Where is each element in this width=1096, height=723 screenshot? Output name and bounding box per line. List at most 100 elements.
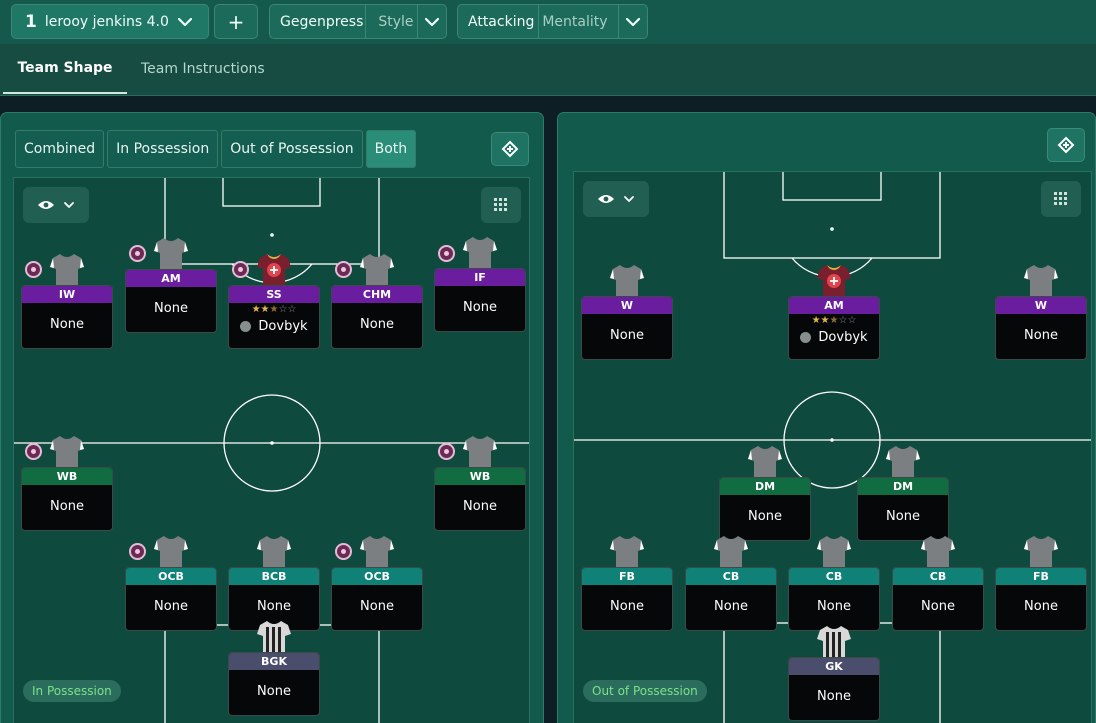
role-badge-icon: [335, 261, 352, 278]
player-card[interactable]: OCB None: [125, 567, 217, 631]
role-label: CHM: [332, 286, 422, 303]
shirt-icon: [360, 254, 394, 285]
player-name: None: [1024, 599, 1058, 614]
tactic-number: 1: [25, 11, 37, 32]
shirt-icon: [257, 621, 291, 652]
add-tactic-button[interactable]: +: [214, 4, 258, 39]
swap-button[interactable]: [491, 132, 529, 166]
view-mode-combined[interactable]: Combined: [15, 130, 105, 168]
layout-button[interactable]: [481, 187, 521, 223]
player-card[interactable]: CHM None: [331, 285, 423, 349]
player-name: None: [714, 599, 748, 614]
role-badge-icon: [438, 245, 455, 262]
avatar: [800, 332, 812, 343]
player-name: None: [610, 328, 644, 343]
swap-icon: [1057, 136, 1075, 154]
style-selector[interactable]: Gegenpress Style: [269, 4, 447, 39]
view-mode-out-of-possession[interactable]: Out of Possession: [221, 130, 363, 168]
player-name: None: [50, 499, 84, 514]
star-rating: ★★★☆☆: [811, 315, 857, 326]
shirt-icon: [360, 536, 394, 567]
player-card[interactable]: SS ★★★☆☆ Dovbyk: [228, 285, 320, 349]
mentality-selector[interactable]: Attacking Mentality: [457, 4, 648, 39]
role-badge-icon: [25, 443, 42, 460]
role-label: DM: [720, 478, 810, 495]
shirt-icon: [50, 254, 84, 285]
tactic-toolbar: 1 lerooy jenkins 4.0 + Gegenpress Style …: [0, 0, 1096, 44]
shirt-icon: [463, 237, 497, 268]
role-label: W: [996, 297, 1086, 314]
role-label: IW: [22, 286, 112, 303]
player-card[interactable]: DM None: [857, 477, 949, 541]
tab-team-instructions[interactable]: Team Instructions: [141, 44, 265, 94]
shirt-icon: [817, 536, 851, 567]
role-label: CB: [893, 568, 983, 585]
player-card[interactable]: GK None: [788, 657, 880, 721]
player-card[interactable]: AM ★★★☆☆ Dovbyk: [788, 296, 880, 360]
star-rating: ★★★☆☆: [251, 304, 297, 315]
player-card[interactable]: WB None: [434, 467, 526, 531]
view-mode-both[interactable]: Both: [365, 130, 417, 168]
player-card[interactable]: WB None: [21, 467, 113, 531]
player-name: None: [748, 509, 782, 524]
role-label: IF: [435, 269, 525, 286]
shirt-icon: [714, 536, 748, 567]
player-name: None: [817, 689, 851, 704]
style-label: Style: [378, 13, 414, 30]
role-label: AM: [789, 297, 879, 314]
shirt-icon: [817, 626, 851, 657]
shirt-icon: [610, 536, 644, 567]
view-options-button[interactable]: [23, 187, 89, 223]
player-card[interactable]: IF None: [434, 268, 526, 332]
layout-button[interactable]: [1041, 181, 1081, 217]
shirt-icon: [1024, 265, 1058, 296]
player-name: None: [610, 599, 644, 614]
player-name: Dovbyk: [818, 330, 868, 345]
player-name: None: [154, 301, 188, 316]
view-mode-in-possession[interactable]: In Possession: [107, 130, 219, 168]
swap-icon: [501, 140, 519, 158]
role-badge-icon: [335, 543, 352, 560]
swap-button[interactable]: [1047, 128, 1085, 162]
player-name: None: [1024, 328, 1058, 343]
mentality-divider: [538, 5, 539, 38]
player-card[interactable]: FB None: [995, 567, 1087, 631]
player-card[interactable]: FB None: [581, 567, 673, 631]
role-label: FB: [582, 568, 672, 585]
role-label: OCB: [332, 568, 422, 585]
player-card[interactable]: W None: [581, 296, 673, 360]
player-card[interactable]: CB None: [685, 567, 777, 631]
out-of-possession-pitch: W None AM ★★★☆☆ Dovbyk W None DM None DM…: [573, 171, 1092, 723]
role-label: W: [582, 297, 672, 314]
chevron-down-icon[interactable]: [618, 5, 647, 38]
player-card[interactable]: OCB None: [331, 567, 423, 631]
plus-icon: +: [227, 9, 245, 34]
phase-label-out-of-possession: Out of Possession: [583, 680, 707, 702]
tab-bar: Team Shape Team Instructions: [0, 44, 1096, 96]
player-card[interactable]: DM None: [719, 477, 811, 541]
role-badge-icon: [25, 261, 42, 278]
tab-team-shape[interactable]: Team Shape: [3, 44, 127, 94]
player-card[interactable]: BGK None: [228, 652, 320, 716]
player-card[interactable]: CB None: [788, 567, 880, 631]
shirt-icon: [610, 265, 644, 296]
mentality-value: Attacking: [468, 13, 535, 30]
role-label: DM: [858, 478, 948, 495]
avatar: [240, 321, 252, 332]
in-possession-pitch: IW None AM None SS ★★★☆☆ Dovbyk CHM None…: [13, 177, 530, 723]
role-label: BGK: [229, 653, 319, 670]
shirt-icon: [886, 446, 920, 477]
role-label: CB: [686, 568, 776, 585]
player-card[interactable]: AM None: [125, 269, 217, 333]
view-options-button[interactable]: [583, 181, 649, 217]
player-card[interactable]: IW None: [21, 285, 113, 349]
tactic-selector[interactable]: 1 lerooy jenkins 4.0: [11, 4, 209, 39]
player-name: None: [154, 599, 188, 614]
player-name: None: [886, 509, 920, 524]
chevron-down-icon[interactable]: [417, 5, 446, 38]
role-badge-icon: [438, 443, 455, 460]
role-label: GK: [789, 658, 879, 675]
player-card[interactable]: CB None: [892, 567, 984, 631]
player-card[interactable]: W None: [995, 296, 1087, 360]
player-name: None: [360, 317, 394, 332]
